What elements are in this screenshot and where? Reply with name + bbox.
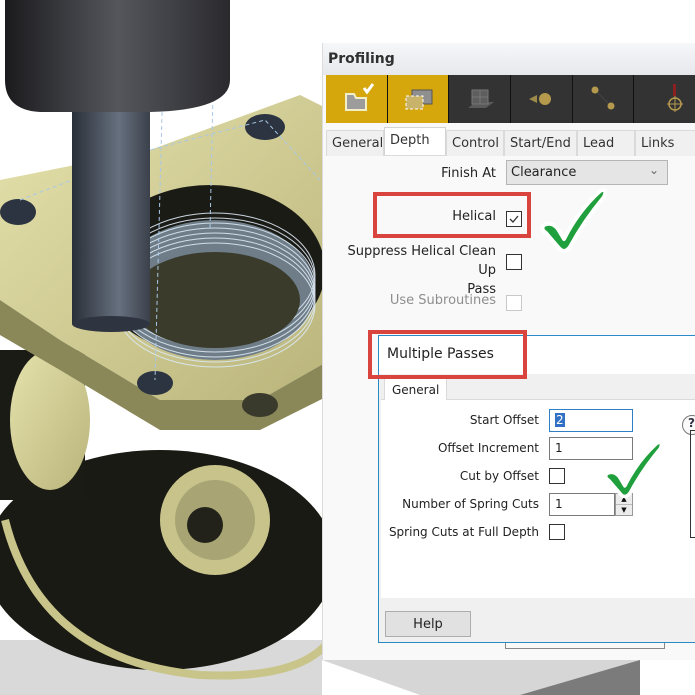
start-offset-value: 2 [555,413,565,427]
tool-button[interactable] [511,75,573,123]
stock-model-icon [467,89,494,108]
green-check-icon [540,187,608,253]
suppress-helical-label-line1: Suppress Helical Clean Up [347,244,496,278]
green-check-icon [603,440,664,499]
tab-lead[interactable]: Lead [577,130,635,156]
chevron-down-icon: ⌄ [648,163,659,177]
spring-full-depth-checkbox[interactable] [549,524,565,540]
boundary-selection-button[interactable] [387,75,450,123]
datum-target-icon [666,84,683,112]
dialog-footer-bracket [505,643,665,649]
tab-general[interactable]: General [326,130,384,156]
spin-down-icon[interactable]: ▼ [616,505,632,516]
multiple-passes-highlight-box [368,330,527,379]
suppress-helical-label: Suppress Helical Clean Up Pass [328,242,496,299]
use-subroutines-label: Use Subroutines [389,293,496,308]
finish-at-value: Clearance [511,165,577,180]
tab-depth[interactable]: Depth [384,127,446,155]
stock-model-button[interactable] [449,75,512,123]
start-offset-label: Start Offset [469,413,539,427]
start-offset-input[interactable]: 2 [549,409,633,432]
strategy-icon-strip [326,75,695,123]
tool-icon [529,93,552,105]
toolpath-points-button[interactable] [572,75,635,123]
help-button[interactable]: Help [385,611,471,637]
finish-at-label: Finish At [441,166,496,181]
datum-target-button[interactable] [634,75,695,123]
toolpath-points-icon [591,86,615,110]
tab-mp-general[interactable]: General [384,378,448,401]
use-subroutines-checkbox [506,295,522,311]
dialog-title: Profiling [323,43,695,75]
suppress-helical-checkbox[interactable] [506,254,522,270]
offset-increment-label: Offset Increment [437,441,539,455]
dialog-tabs: General Depth Control Start/End Lead Lin… [326,127,695,156]
spring-full-depth-label: Spring Cuts at Full Depth [388,525,539,539]
profile-shape-icon [345,83,375,111]
preview-frame [690,430,695,538]
tab-links[interactable]: Links [635,130,695,156]
multiple-passes-tabbar: General [381,376,695,401]
cut-by-offset-label: Cut by Offset [459,469,539,483]
finish-at-select[interactable]: Clearance ⌄ [506,160,668,185]
tab-start-end[interactable]: Start/End [504,130,577,156]
helical-highlight-box [373,192,531,238]
spring-cuts-label: Number of Spring Cuts [402,497,539,511]
tab-control[interactable]: Control [446,130,504,156]
profile-shape-button[interactable] [326,75,388,123]
cut-by-offset-checkbox[interactable] [549,468,565,484]
boundary-selection-icon [405,89,433,110]
